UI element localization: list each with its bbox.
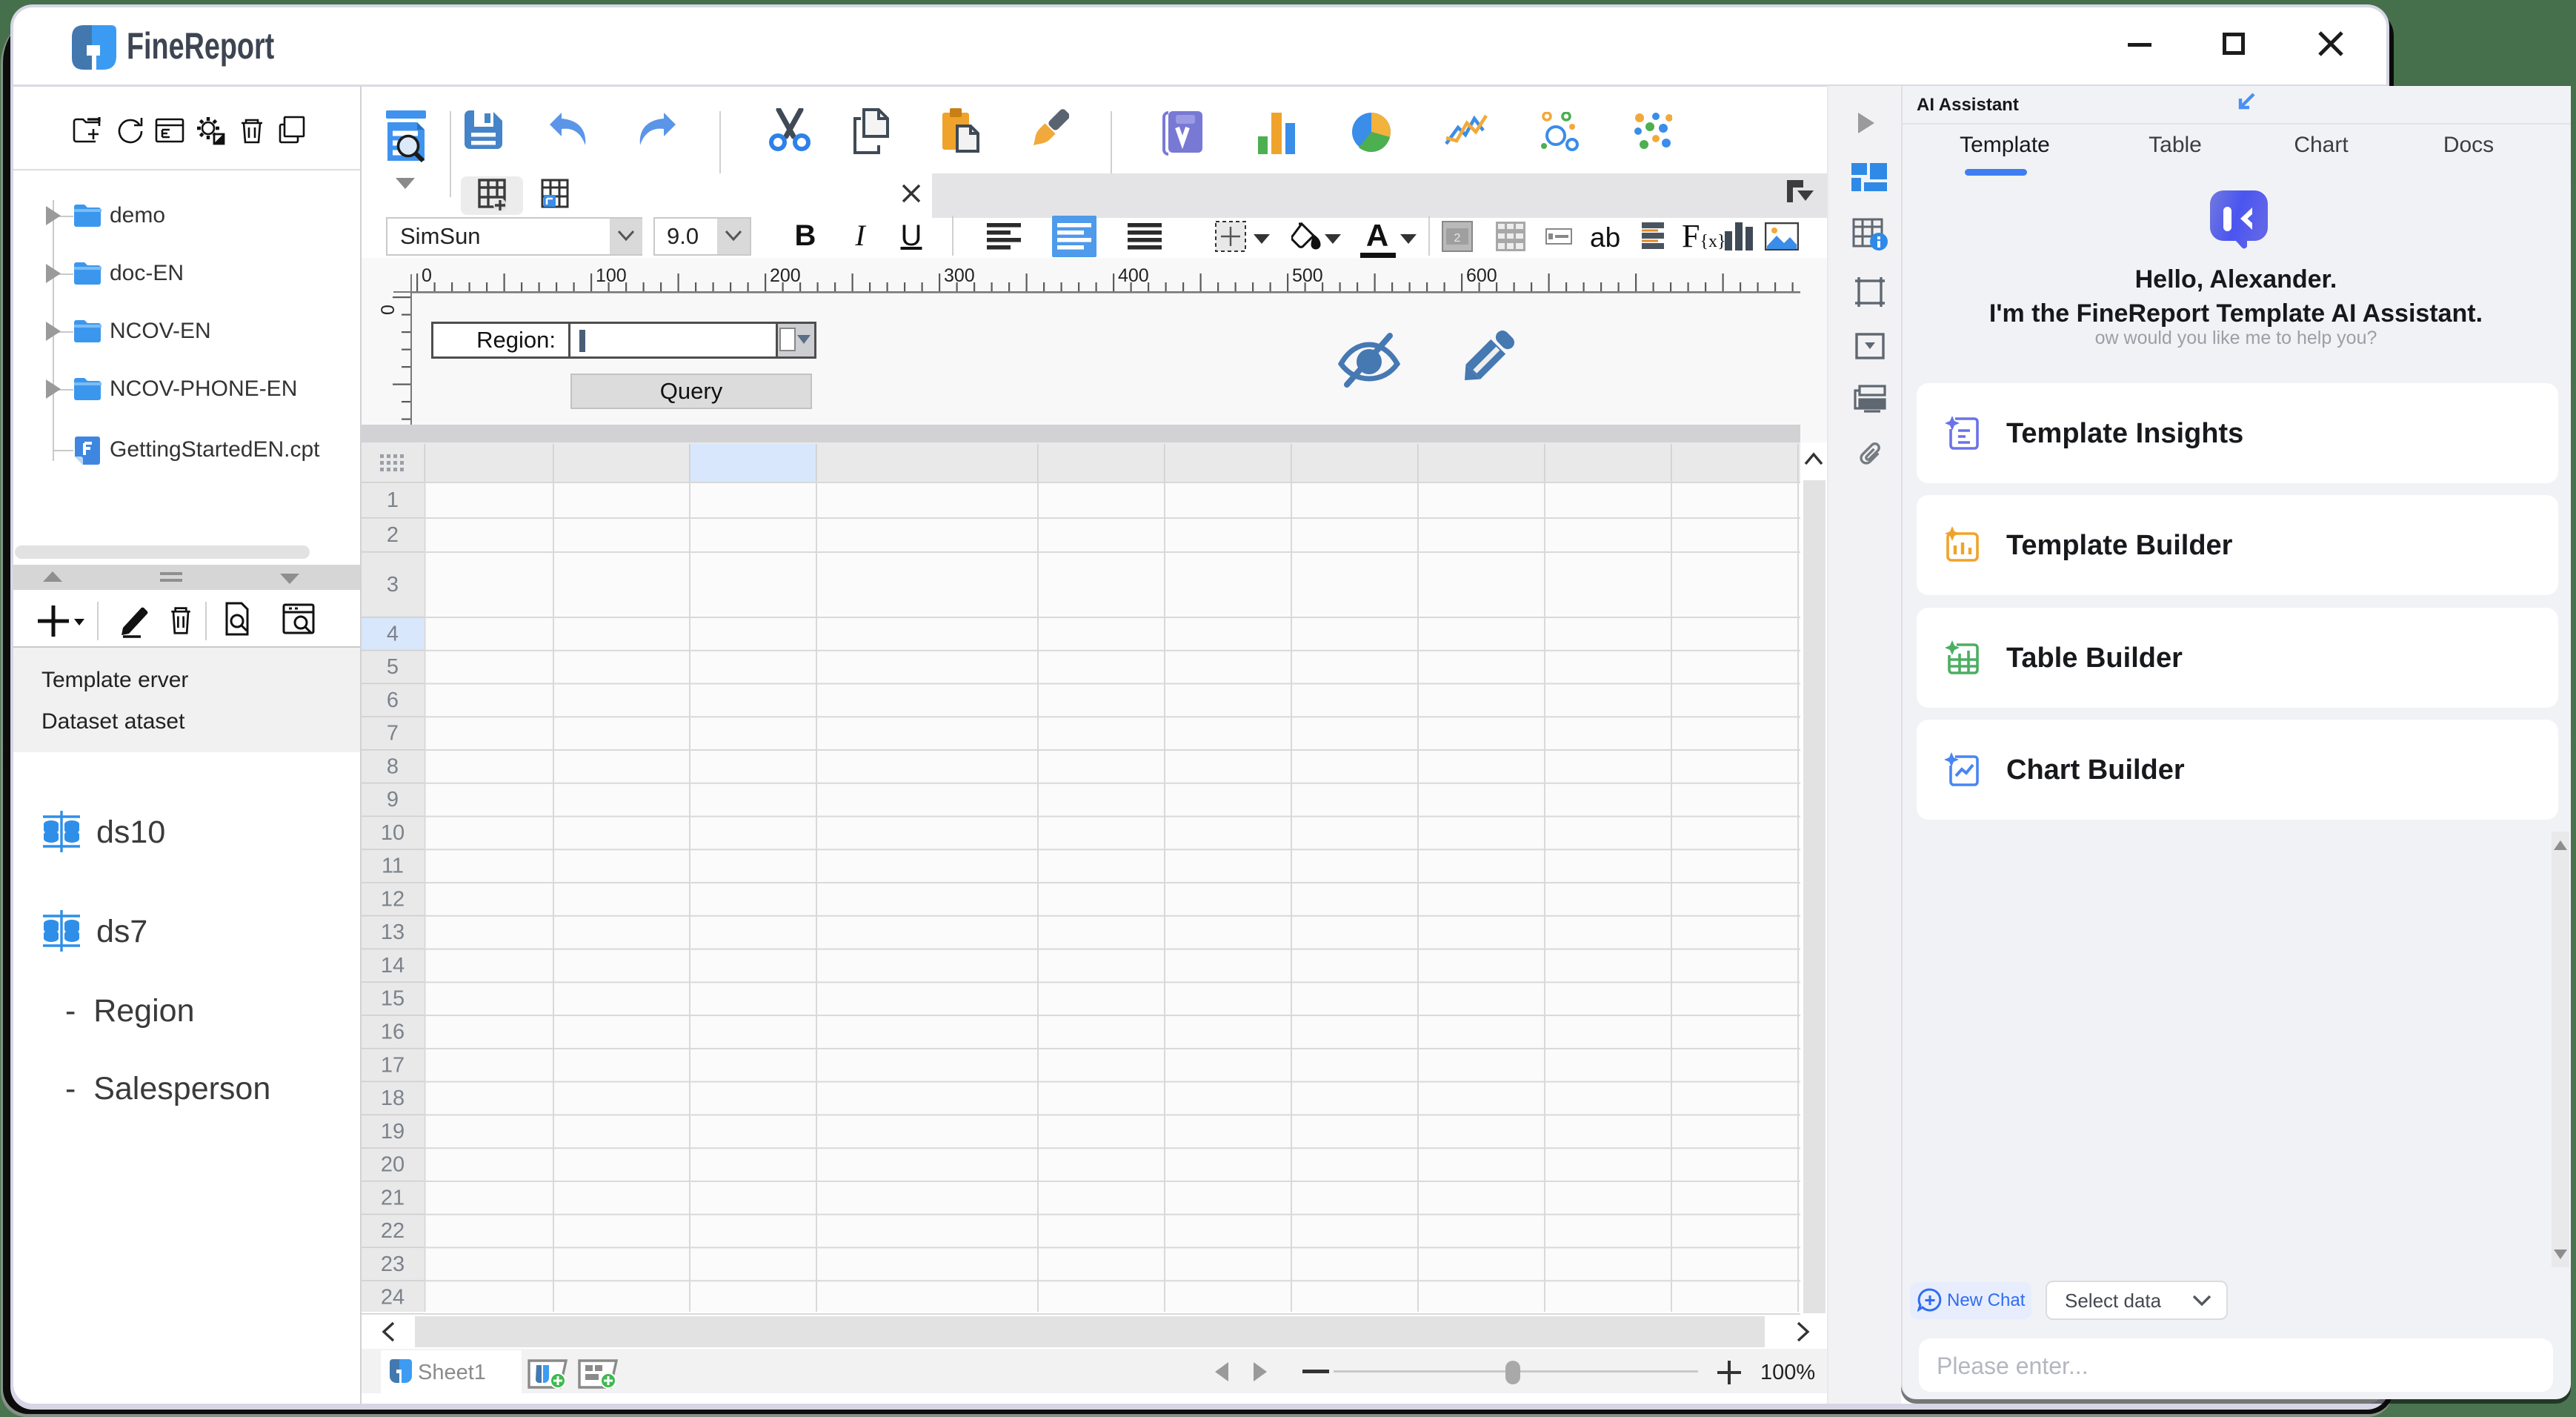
svg-text:6: 6 xyxy=(387,688,399,712)
svg-text:600: 600 xyxy=(1466,265,1497,286)
svg-text:5: 5 xyxy=(387,655,399,679)
svg-text:2: 2 xyxy=(387,523,399,547)
svg-text:19: 19 xyxy=(381,1120,405,1144)
svg-text:17: 17 xyxy=(381,1053,405,1077)
svg-text:400: 400 xyxy=(1118,265,1149,286)
svg-text:0: 0 xyxy=(422,265,432,286)
svg-text:200: 200 xyxy=(770,265,801,286)
svg-text:14: 14 xyxy=(381,954,405,978)
svg-text:9: 9 xyxy=(387,788,399,812)
svg-text:1: 1 xyxy=(387,488,399,512)
svg-text:22: 22 xyxy=(381,1219,405,1243)
svg-text:21: 21 xyxy=(381,1186,405,1209)
svg-text:13: 13 xyxy=(381,920,405,944)
svg-text:7: 7 xyxy=(387,722,399,746)
svg-text:24: 24 xyxy=(381,1286,405,1310)
svg-text:12: 12 xyxy=(381,888,405,912)
svg-text:11: 11 xyxy=(382,854,404,878)
svg-text:23: 23 xyxy=(381,1252,405,1276)
svg-text:8: 8 xyxy=(387,754,399,778)
svg-text:100: 100 xyxy=(596,265,627,286)
svg-text:300: 300 xyxy=(944,265,975,286)
svg-text:3: 3 xyxy=(387,573,399,597)
svg-text:20: 20 xyxy=(381,1153,405,1177)
svg-text:10: 10 xyxy=(381,821,405,845)
svg-text:16: 16 xyxy=(381,1021,405,1044)
svg-text:500: 500 xyxy=(1292,265,1323,286)
svg-text:18: 18 xyxy=(381,1086,405,1110)
svg-text:15: 15 xyxy=(381,987,405,1011)
svg-text:2: 2 xyxy=(1454,232,1461,245)
svg-text:4: 4 xyxy=(387,622,399,646)
